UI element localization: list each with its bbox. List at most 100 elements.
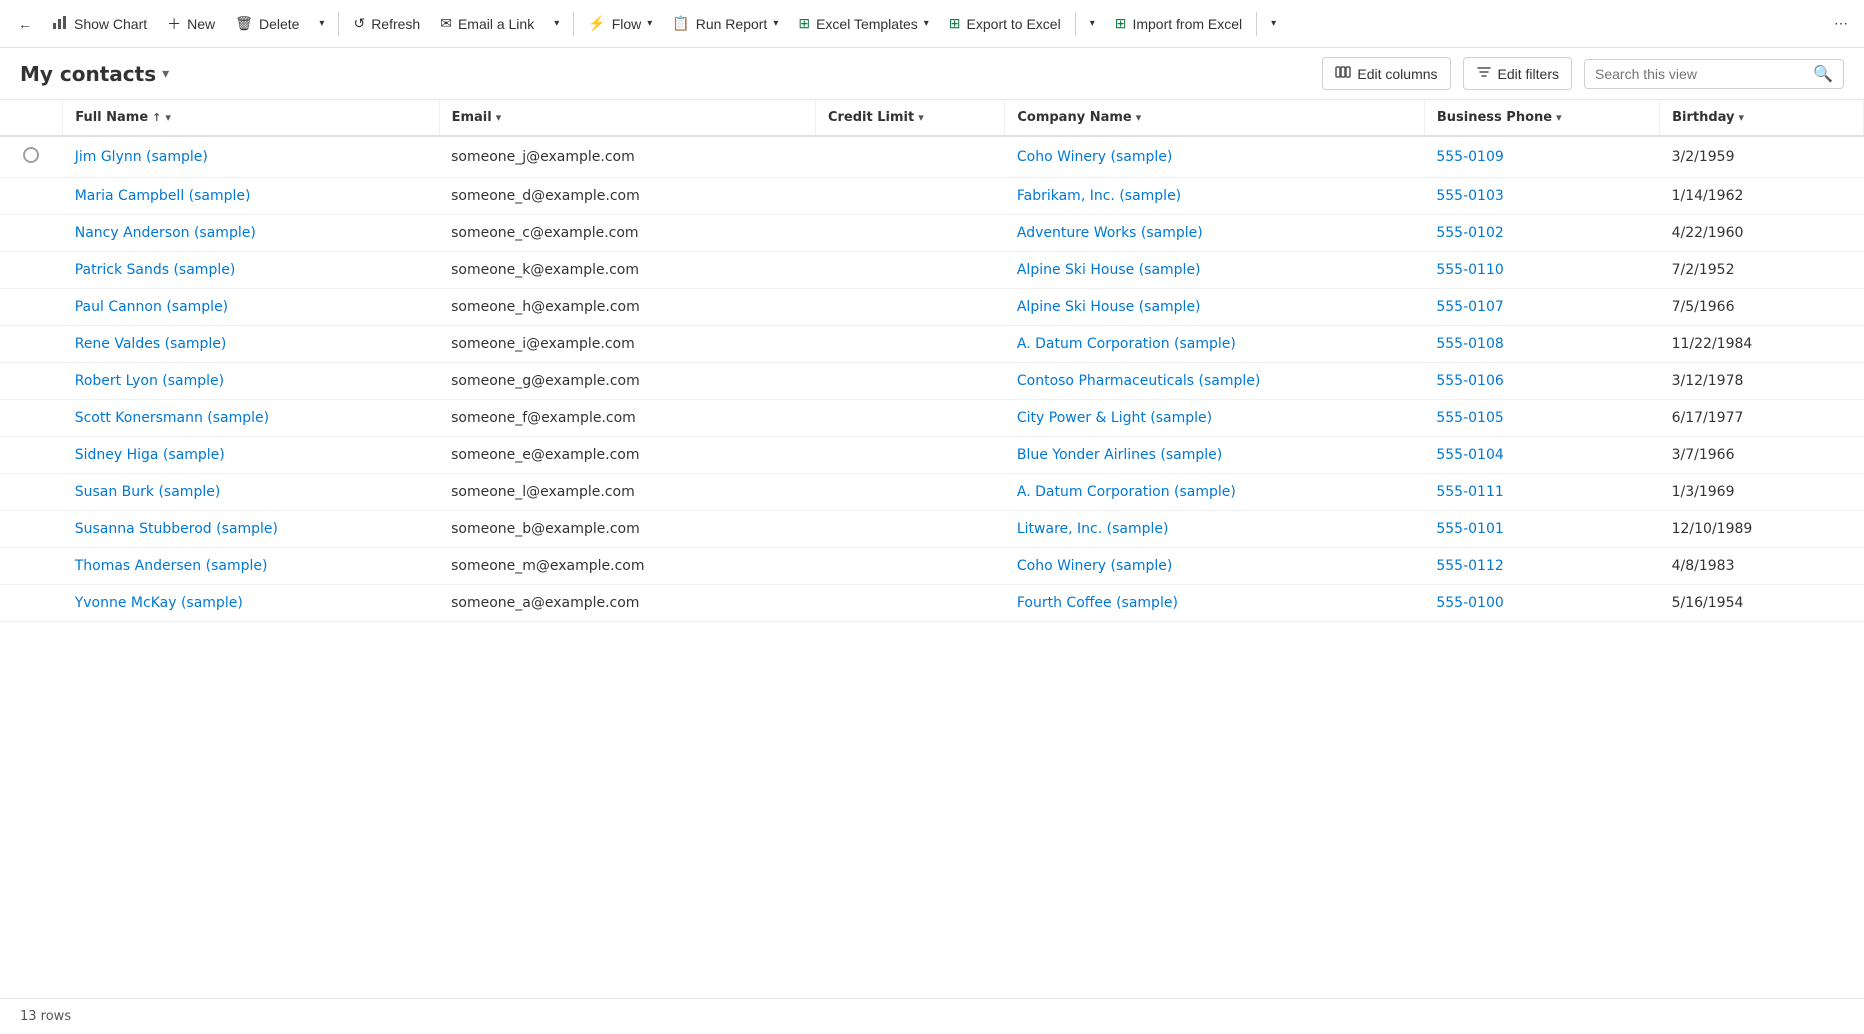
contact-company[interactable]: City Power & Light (sample) <box>1005 400 1425 437</box>
contact-company[interactable]: Alpine Ski House (sample) <box>1005 289 1425 326</box>
contact-phone[interactable]: 555-0100 <box>1424 585 1659 622</box>
search-button[interactable]: 🔍 <box>1813 64 1833 84</box>
contact-company[interactable]: Coho Winery (sample) <box>1005 548 1425 585</box>
row-checkbox[interactable] <box>23 147 39 163</box>
row-count: 13 rows <box>20 1009 71 1024</box>
contact-name[interactable]: Rene Valdes (sample) <box>63 326 439 363</box>
contact-phone[interactable]: 555-0105 <box>1424 400 1659 437</box>
contact-email: someone_b@example.com <box>439 511 815 548</box>
contact-company[interactable]: Fabrikam, Inc. (sample) <box>1005 178 1425 215</box>
contact-company[interactable]: Fourth Coffee (sample) <box>1005 585 1425 622</box>
contact-phone[interactable]: 555-0108 <box>1424 326 1659 363</box>
table-row: Rene Valdes (sample)someone_i@example.co… <box>0 326 1864 363</box>
col-header-business-phone[interactable]: Business Phone ▾ <box>1424 100 1659 136</box>
divider-1 <box>338 12 339 36</box>
contact-name[interactable]: Yvonne McKay (sample) <box>63 585 439 622</box>
page-title[interactable]: My contacts ▾ <box>20 62 169 86</box>
contact-name[interactable]: Scott Konersmann (sample) <box>63 400 439 437</box>
contact-name[interactable]: Sidney Higa (sample) <box>63 437 439 474</box>
contact-company[interactable]: Alpine Ski House (sample) <box>1005 252 1425 289</box>
new-button[interactable]: ＋ New <box>157 8 225 40</box>
contact-company[interactable]: A. Datum Corporation (sample) <box>1005 326 1425 363</box>
import-excel-button[interactable]: ⊞ Import from Excel <box>1105 9 1252 38</box>
divider-3 <box>1075 12 1076 36</box>
contact-company[interactable]: Adventure Works (sample) <box>1005 215 1425 252</box>
contact-birthday: 11/22/1984 <box>1660 326 1864 363</box>
run-report-button[interactable]: 📋 Run Report ▾ <box>662 9 788 38</box>
contact-phone[interactable]: 555-0109 <box>1424 136 1659 178</box>
contact-phone[interactable]: 555-0111 <box>1424 474 1659 511</box>
delete-button[interactable]: 🗑 Delete <box>225 9 309 38</box>
run-report-label: Run Report <box>696 16 768 32</box>
contact-name[interactable]: Paul Cannon (sample) <box>63 289 439 326</box>
contact-company[interactable]: A. Datum Corporation (sample) <box>1005 474 1425 511</box>
filter-chevron-phone: ▾ <box>1556 111 1562 124</box>
contact-company[interactable]: Contoso Pharmaceuticals (sample) <box>1005 363 1425 400</box>
more-options-button[interactable]: ⋯ <box>1826 9 1856 38</box>
contact-phone[interactable]: 555-0101 <box>1424 511 1659 548</box>
contact-credit-limit <box>815 215 1004 252</box>
delete-chevron[interactable]: ▾ <box>309 12 334 35</box>
export-excel-button[interactable]: ⊞ Export to Excel <box>939 9 1071 38</box>
col-header-credit-limit[interactable]: Credit Limit ▾ <box>815 100 1004 136</box>
refresh-button[interactable]: ↺ Refresh <box>343 9 430 38</box>
col-header-company-name[interactable]: Company Name ▾ <box>1005 100 1425 136</box>
contact-birthday: 3/7/1966 <box>1660 437 1864 474</box>
table-row: Paul Cannon (sample)someone_h@example.co… <box>0 289 1864 326</box>
import-excel-chevron[interactable]: ▾ <box>1261 12 1286 35</box>
row-checkbox-cell <box>0 363 63 400</box>
divider-4 <box>1256 12 1257 36</box>
contact-company[interactable]: Coho Winery (sample) <box>1005 136 1425 178</box>
table-row: Thomas Andersen (sample)someone_m@exampl… <box>0 548 1864 585</box>
contact-company[interactable]: Blue Yonder Airlines (sample) <box>1005 437 1425 474</box>
edit-columns-button[interactable]: Edit columns <box>1322 57 1450 90</box>
contact-name[interactable]: Robert Lyon (sample) <box>63 363 439 400</box>
contact-name[interactable]: Nancy Anderson (sample) <box>63 215 439 252</box>
contact-name[interactable]: Maria Campbell (sample) <box>63 178 439 215</box>
contact-birthday: 1/14/1962 <box>1660 178 1864 215</box>
contact-phone[interactable]: 555-0102 <box>1424 215 1659 252</box>
page-header: My contacts ▾ Edit columns Edit filters <box>0 48 1864 100</box>
col-header-full-name[interactable]: Full Name ↑ ▾ <box>63 100 439 136</box>
col-header-email[interactable]: Email ▾ <box>439 100 815 136</box>
contact-birthday: 3/2/1959 <box>1660 136 1864 178</box>
toolbar: ← Show Chart ＋ New 🗑 Delete ▾ ↺ Refresh … <box>0 0 1864 48</box>
export-excel-chevron[interactable]: ▾ <box>1080 12 1105 35</box>
contact-phone[interactable]: 555-0110 <box>1424 252 1659 289</box>
contact-phone[interactable]: 555-0106 <box>1424 363 1659 400</box>
email-link-button[interactable]: ✉ Email a Link <box>430 9 544 38</box>
contact-name[interactable]: Patrick Sands (sample) <box>63 252 439 289</box>
contacts-table-body: Jim Glynn (sample)someone_j@example.comC… <box>0 136 1864 622</box>
contact-credit-limit <box>815 437 1004 474</box>
email-link-chevron[interactable]: ▾ <box>544 12 569 35</box>
back-button[interactable]: ← <box>8 10 42 38</box>
refresh-label: Refresh <box>371 16 420 32</box>
export-icon: ⊞ <box>949 15 961 32</box>
contact-phone[interactable]: 555-0103 <box>1424 178 1659 215</box>
contact-phone[interactable]: 555-0104 <box>1424 437 1659 474</box>
contact-name[interactable]: Jim Glynn (sample) <box>63 136 439 178</box>
email-icon: ✉ <box>440 15 452 32</box>
contact-company[interactable]: Litware, Inc. (sample) <box>1005 511 1425 548</box>
search-input[interactable] <box>1595 66 1805 82</box>
flow-label: Flow <box>612 16 642 32</box>
contact-birthday: 4/8/1983 <box>1660 548 1864 585</box>
excel-icon: ⊞ <box>798 15 810 32</box>
table-row: Nancy Anderson (sample)someone_c@example… <box>0 215 1864 252</box>
flow-icon: ⚡ <box>588 15 605 32</box>
contact-email: someone_k@example.com <box>439 252 815 289</box>
contact-email: someone_m@example.com <box>439 548 815 585</box>
more-icon: ⋯ <box>1834 15 1848 32</box>
excel-templates-button[interactable]: ⊞ Excel Templates ▾ <box>788 9 938 38</box>
contact-name[interactable]: Thomas Andersen (sample) <box>63 548 439 585</box>
contact-phone[interactable]: 555-0107 <box>1424 289 1659 326</box>
contact-name[interactable]: Susanna Stubberod (sample) <box>63 511 439 548</box>
contact-phone[interactable]: 555-0112 <box>1424 548 1659 585</box>
edit-filters-button[interactable]: Edit filters <box>1463 57 1572 90</box>
contact-name[interactable]: Susan Burk (sample) <box>63 474 439 511</box>
back-icon: ← <box>18 16 32 32</box>
contact-credit-limit <box>815 548 1004 585</box>
show-chart-button[interactable]: Show Chart <box>42 8 157 39</box>
flow-button[interactable]: ⚡ Flow ▾ <box>578 9 662 38</box>
col-header-birthday[interactable]: Birthday ▾ <box>1660 100 1864 136</box>
